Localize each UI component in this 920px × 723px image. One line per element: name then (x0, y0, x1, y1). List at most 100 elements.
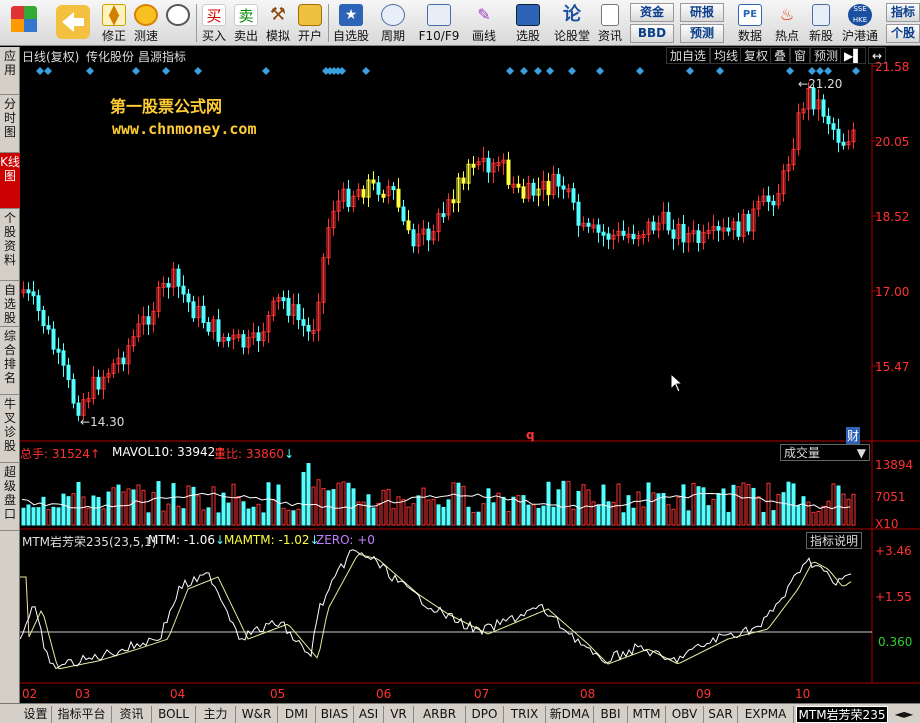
low-price-label: ←14.30 (80, 415, 125, 429)
candle-body (186, 293, 191, 303)
tab-boll[interactable]: BOLL (152, 706, 196, 723)
volume-bar (411, 503, 416, 526)
data-button[interactable]: PE 数据 (732, 0, 768, 46)
tab-new-dma[interactable]: 新DMA (546, 706, 594, 723)
volume-bar (616, 483, 621, 526)
volume-bar (586, 489, 591, 526)
speed-button[interactable]: 测速 (130, 0, 162, 46)
tab-mtm-custom[interactable]: MTM岩芳荣235 (796, 706, 888, 723)
f10-button[interactable]: F10/F9 (416, 0, 462, 46)
tab-bbi[interactable]: BBI (594, 706, 628, 723)
tab-wr[interactable]: W&R (236, 706, 278, 723)
volume-bar (516, 495, 521, 526)
tab-settings[interactable]: 设置 (20, 706, 52, 723)
tab-vr[interactable]: VR (384, 706, 414, 723)
candle-body (26, 289, 31, 294)
tab-dmi[interactable]: DMI (278, 706, 316, 723)
simulate-button[interactable]: ⚒ 模拟 (262, 0, 294, 46)
ma-button[interactable]: 均线 (710, 47, 743, 64)
candle-body (486, 157, 491, 173)
volume-bar (756, 496, 761, 526)
tab-obv[interactable]: OBV (666, 706, 704, 723)
tab-sar[interactable]: SAR (704, 706, 738, 723)
chart-area[interactable]: 日线(复权) 传化股份 昌源指标 加自选 均线 复权 叠 窗 预测 ▶▌ ↔ 第… (20, 47, 920, 703)
stock-button[interactable]: 个股 (886, 24, 920, 43)
tab-main-force[interactable]: 主力 (196, 706, 236, 723)
volume-bar (526, 504, 531, 526)
stock-select-label: 选股 (515, 29, 540, 43)
left-tab-kline[interactable]: K线图 (0, 153, 20, 209)
left-tab-apps[interactable]: 应用 (0, 47, 20, 95)
volume-bar (91, 495, 96, 526)
finance-marker[interactable]: 财 (846, 427, 861, 444)
watchlist-button[interactable]: ★ 自选股 (330, 0, 372, 46)
ipo-label: 新股 (808, 29, 833, 43)
tab-arbr[interactable]: ARBR (414, 706, 466, 723)
forum-button[interactable]: 论 论股堂 (552, 0, 592, 46)
candle-body (811, 87, 816, 110)
tab-expma[interactable]: EXPMA (738, 706, 794, 723)
left-tab-watchlist[interactable]: 自选股 (0, 281, 20, 327)
left-tab-orderbook[interactable]: 超级盘口 (0, 463, 20, 531)
stock-select-button[interactable]: 选股 (506, 0, 550, 46)
research-button[interactable]: 研报 (680, 3, 724, 22)
fire-icon: ♨ (779, 5, 795, 24)
ipo-icon (812, 4, 830, 26)
chart-canvas[interactable] (20, 47, 920, 703)
tab-mtm[interactable]: MTM (628, 706, 666, 723)
separator (196, 4, 197, 42)
forecast-chart-button[interactable]: 预测 (810, 47, 843, 64)
tab-asi[interactable]: ASI (354, 706, 384, 723)
correct-button[interactable]: ▲ ▼ 修正 (98, 0, 130, 46)
forecast-button[interactable]: 预测 (680, 24, 724, 43)
play-icon[interactable]: ▶▌ (840, 47, 867, 64)
back-button[interactable] (50, 0, 96, 46)
hotspot-button[interactable]: ♨ 热点 (770, 0, 804, 46)
tab-dpo[interactable]: DPO (466, 706, 504, 723)
news-button[interactable]: 资讯 (594, 0, 626, 46)
capital-button[interactable]: 资金 (630, 3, 674, 22)
bbd-button[interactable]: BBD (630, 24, 674, 43)
volume-bar (326, 490, 331, 526)
window-button[interactable]: 窗 (790, 47, 811, 64)
candle-body (31, 291, 36, 297)
sell-button[interactable]: 卖 卖出 (230, 0, 262, 46)
tab-indicator-platform[interactable]: 指标平台 (52, 706, 112, 723)
left-tab-diagnosis[interactable]: 牛叉诊股 (0, 395, 20, 463)
pen-icon: ✎ (477, 5, 491, 24)
toolbar-grid-button[interactable] (4, 0, 44, 46)
tab-trix[interactable]: TRIX (504, 706, 546, 723)
candle-body (346, 188, 351, 207)
left-tab-ranking[interactable]: 综合排名 (0, 327, 20, 395)
clock-button[interactable] (162, 0, 194, 46)
open-account-button[interactable]: 开户 (294, 0, 326, 46)
mouse-cursor-icon (670, 373, 684, 393)
signal-diamond-icon (162, 67, 170, 75)
indicator-explain-button[interactable]: 指标说明 (806, 532, 863, 549)
toolbar: ▲ ▼ 修正 测速 买 买入 卖 卖出 ⚒ 模拟 开户 ★ 自选股 周期 F10/… (0, 0, 920, 46)
grid-icon (11, 6, 37, 32)
volume-dropdown[interactable]: 成交量 ▼ (780, 444, 870, 461)
signal-diamond-icon (194, 67, 202, 75)
volume-bar (276, 484, 281, 526)
period-button[interactable]: 周期 (372, 0, 414, 46)
buy-button[interactable]: 买 买入 (198, 0, 230, 46)
adjust-button[interactable]: 复权 (740, 47, 773, 64)
volume-bar (481, 503, 486, 526)
left-tab-stock-info[interactable]: 个股资料 (0, 209, 20, 281)
tab-bias[interactable]: BIAS (316, 706, 354, 723)
volume-bar (761, 512, 766, 526)
add-watchlist-button[interactable]: 加自选 (666, 47, 711, 64)
indicator-button[interactable]: 指标 (886, 3, 920, 22)
volume-bar (256, 503, 261, 526)
tab-news[interactable]: 资讯 (112, 706, 152, 723)
clock-icon (166, 4, 190, 26)
hk-connect-button[interactable]: SSE HKE 沪港通 (838, 0, 882, 46)
draw-line-button[interactable]: ✎ 画线 (464, 0, 504, 46)
ipo-button[interactable]: 新股 (804, 0, 838, 46)
tab-scroll-arrows[interactable]: ◄► (888, 706, 920, 723)
month-label: 03 (75, 687, 91, 701)
left-tab-intraday[interactable]: 分时图 (0, 95, 20, 153)
signal-diamond-icon (44, 67, 52, 75)
overlay-button[interactable]: 叠 (770, 47, 791, 64)
